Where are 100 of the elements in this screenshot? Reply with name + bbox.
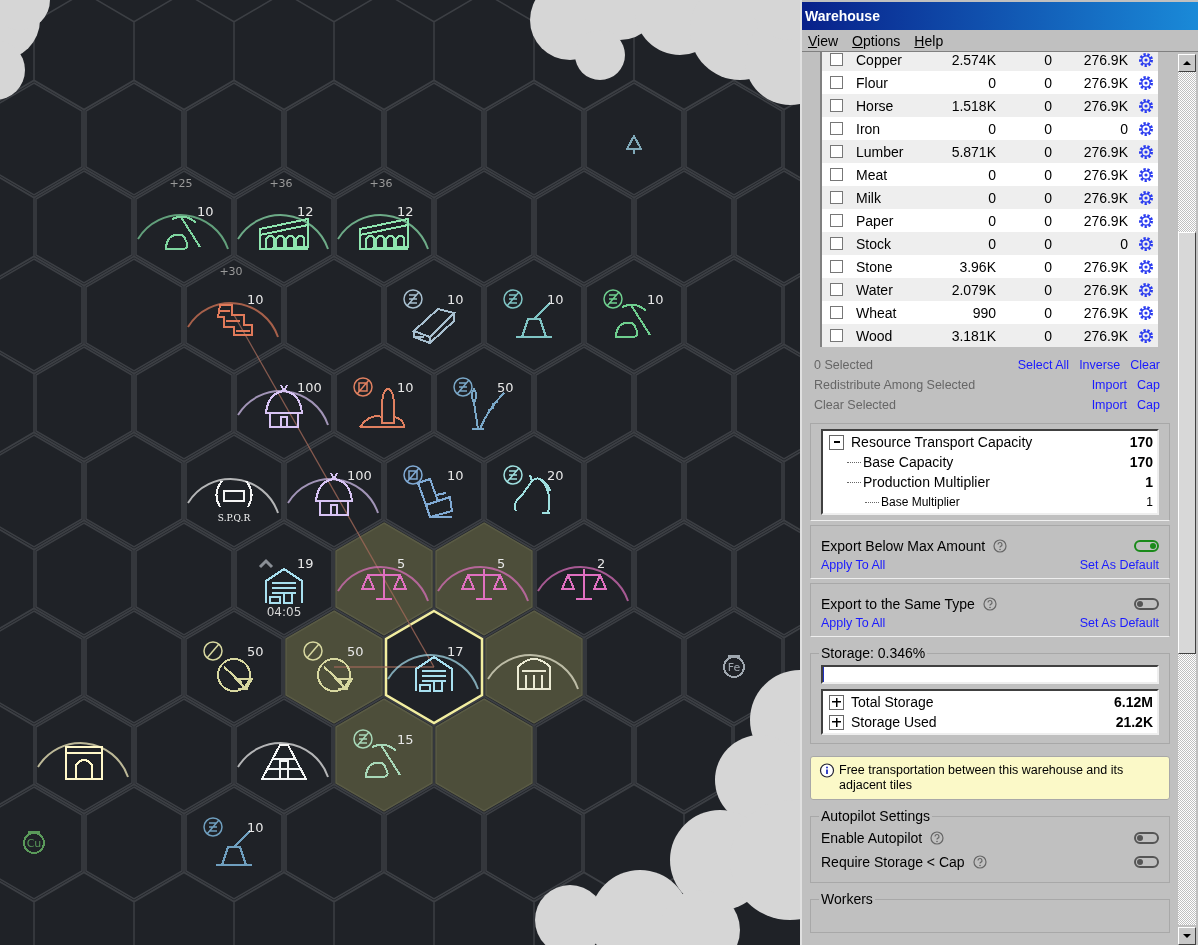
help-icon[interactable]	[993, 538, 1008, 553]
map-tile[interactable]	[135, 522, 233, 636]
map-tile[interactable]	[435, 170, 533, 284]
scroll-thumb[interactable]	[1178, 232, 1196, 654]
map-tile[interactable]	[685, 82, 783, 196]
brick-wall-icon[interactable]	[217, 304, 253, 336]
map-tile[interactable]	[0, 610, 83, 724]
checkbox[interactable]	[830, 99, 843, 112]
map-tile[interactable]	[135, 346, 233, 460]
map-tile[interactable]	[0, 786, 83, 900]
map-tile[interactable]	[735, 170, 800, 284]
checkbox[interactable]	[830, 122, 843, 135]
checkbox[interactable]	[830, 214, 843, 227]
settings-icon[interactable]	[1138, 258, 1154, 275]
map-tile[interactable]	[335, 346, 433, 460]
map-tile[interactable]	[235, 698, 333, 812]
map-tile[interactable]	[535, 346, 633, 460]
scales-icon[interactable]	[360, 568, 407, 600]
map-tile[interactable]	[285, 786, 383, 900]
link[interactable]: Apply To All	[821, 615, 886, 630]
settings-icon[interactable]	[1138, 143, 1154, 160]
map-tile[interactable]	[335, 522, 433, 636]
settings-icon[interactable]	[1138, 189, 1154, 206]
map-tile[interactable]	[85, 786, 183, 900]
checkbox[interactable]	[830, 260, 843, 273]
link[interactable]: Inverse	[1079, 358, 1121, 372]
checkbox[interactable]	[830, 76, 843, 89]
scroll-up-button[interactable]	[1178, 54, 1196, 72]
map-tile[interactable]	[635, 346, 733, 460]
map-tile[interactable]	[35, 170, 133, 284]
map-tile[interactable]	[535, 698, 633, 812]
link[interactable]: Cap	[1137, 398, 1160, 412]
map-tile[interactable]	[185, 258, 283, 372]
map-tile[interactable]	[185, 434, 283, 548]
aqueduct-icon[interactable]	[259, 217, 309, 250]
map-tile[interactable]	[435, 522, 533, 636]
expand-toggle[interactable]	[829, 694, 844, 710]
map-tile[interactable]	[435, 346, 533, 460]
checkbox[interactable]	[830, 168, 843, 181]
menu-item[interactable]: Help	[914, 32, 944, 49]
broom-icon[interactable]	[317, 658, 353, 692]
settings-icon[interactable]	[1138, 212, 1154, 229]
link[interactable]: Set As Default	[1079, 615, 1159, 630]
toggle-switch[interactable]	[1134, 597, 1159, 610]
map-tile[interactable]	[335, 698, 433, 812]
map-tile[interactable]	[685, 434, 783, 548]
map-tile[interactable]	[385, 434, 483, 548]
pyramid-icon[interactable]	[261, 744, 307, 780]
settings-icon[interactable]	[1138, 304, 1154, 321]
map-tile[interactable]	[535, 522, 633, 636]
checkbox[interactable]	[830, 237, 843, 250]
scroll-down-button[interactable]	[1178, 927, 1196, 945]
settings-icon[interactable]	[1138, 235, 1154, 252]
settings-icon[interactable]	[1138, 52, 1154, 68]
map-tile[interactable]	[385, 786, 483, 900]
map-tile[interactable]	[285, 258, 383, 372]
warehouse-icon[interactable]	[265, 567, 303, 604]
map-tile[interactable]	[85, 258, 183, 372]
expand-toggle[interactable]	[829, 714, 844, 730]
scales-icon[interactable]	[560, 568, 607, 600]
map-tile[interactable]	[585, 82, 683, 196]
map-tile[interactable]	[0, 434, 83, 548]
link[interactable]: Import	[1091, 398, 1128, 412]
settings-icon[interactable]	[1138, 281, 1154, 298]
aqueduct-icon[interactable]	[359, 217, 409, 250]
help-icon[interactable]	[930, 831, 945, 845]
checkbox[interactable]	[830, 306, 843, 319]
checkbox[interactable]	[830, 283, 843, 296]
scales-icon[interactable]	[460, 568, 507, 600]
map-tile[interactable]	[685, 258, 783, 372]
settings-icon[interactable]	[1138, 74, 1154, 91]
map-tile[interactable]	[535, 170, 633, 284]
link[interactable]: Import	[1091, 378, 1128, 392]
toggle-switch[interactable]	[1134, 832, 1159, 844]
link[interactable]: Clear	[1130, 358, 1160, 372]
map-tile[interactable]	[585, 434, 683, 548]
checkbox[interactable]	[830, 329, 843, 342]
help-icon[interactable]	[982, 596, 997, 611]
map-tile[interactable]	[0, 258, 83, 372]
map-tile[interactable]	[35, 346, 133, 460]
settings-icon[interactable]	[1138, 97, 1154, 114]
pine-tree-icon[interactable]	[626, 135, 643, 155]
link[interactable]: Cap	[1137, 378, 1160, 392]
lumber-icon[interactable]	[413, 307, 456, 345]
warehouse-icon[interactable]	[415, 655, 453, 692]
menu-item[interactable]: Options	[852, 32, 901, 49]
link[interactable]: Set As Default	[1079, 557, 1159, 572]
link[interactable]: Apply To All	[821, 557, 886, 572]
help-icon[interactable]	[972, 855, 987, 869]
settings-icon[interactable]	[1138, 166, 1154, 183]
map-tile[interactable]	[185, 786, 283, 900]
map-tile[interactable]	[485, 610, 583, 724]
map-tile[interactable]	[485, 82, 583, 196]
gate-building-icon[interactable]	[65, 746, 103, 780]
settings-icon[interactable]	[1138, 327, 1154, 344]
scrollbar[interactable]	[1178, 52, 1196, 945]
caret-down-icon[interactable]	[1182, 931, 1192, 941]
map-tile[interactable]	[585, 258, 683, 372]
map-tile[interactable]	[585, 610, 683, 724]
checkbox[interactable]	[830, 145, 843, 158]
